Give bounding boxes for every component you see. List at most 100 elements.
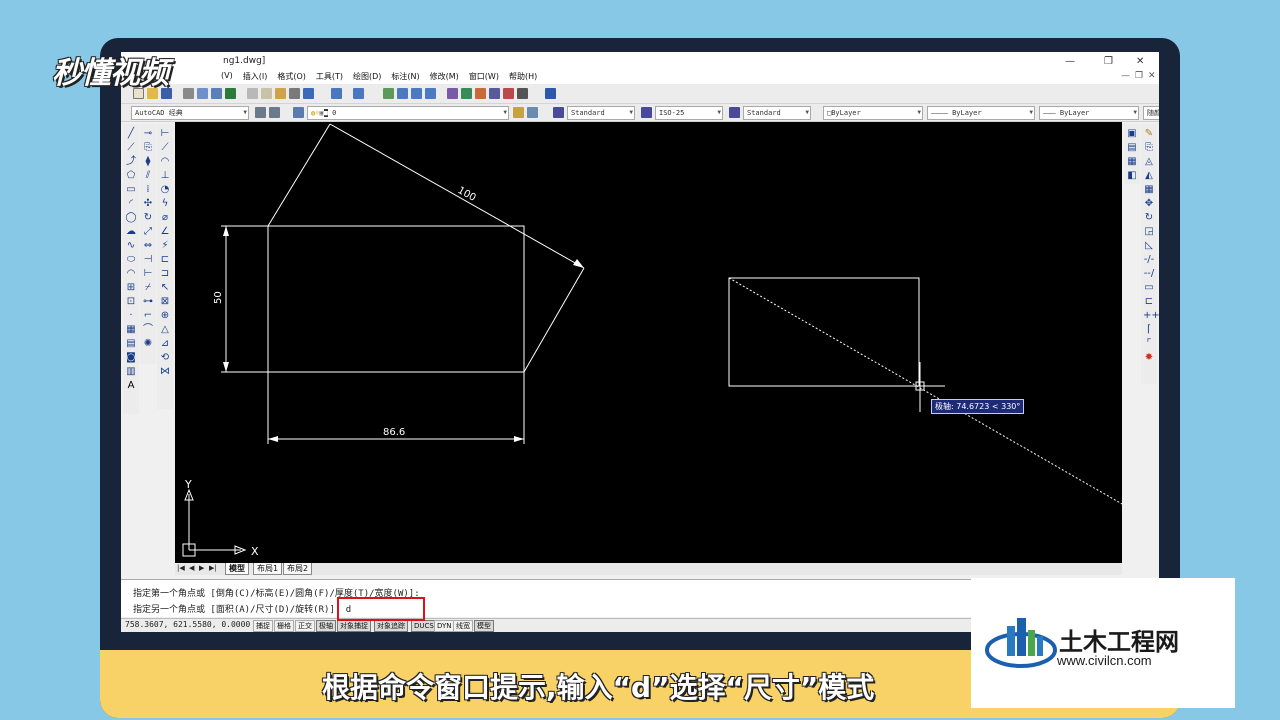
tab-next-button[interactable]: ▶: [199, 564, 204, 572]
break-icon[interactable]: ⌿: [142, 282, 154, 294]
construction-line-icon[interactable]: ⟋: [125, 142, 137, 154]
make-current-layer-icon[interactable]: [513, 107, 524, 118]
design-center-icon[interactable]: [461, 88, 472, 99]
command-prompt-line[interactable]: 指定另一个角点或 [面积(A)/尺寸(D)/旋转(R)]: d: [133, 602, 351, 615]
fillet-icon[interactable]: ⌒: [142, 324, 154, 336]
doc-minimize-button[interactable]: —: [1121, 71, 1130, 81]
drawing-canvas[interactable]: 100 50 86.6 Y X 极轴: 74.6723 < 330°: [175, 122, 1122, 563]
quick-dim-icon[interactable]: ⚡: [159, 240, 171, 252]
layer-combo[interactable]: ◍☼▣■ 0 ▼: [307, 106, 509, 120]
plot-icon[interactable]: [183, 88, 194, 99]
grid-toggle[interactable]: 栅格: [274, 620, 294, 632]
zoom-window-icon[interactable]: [411, 88, 422, 99]
insert-block-icon[interactable]: ⊞: [125, 282, 137, 294]
center-mark-icon[interactable]: ⊕: [159, 310, 171, 322]
rotate-right-icon[interactable]: ↻: [1143, 212, 1155, 224]
trim-right-icon[interactable]: -/-: [1143, 254, 1155, 266]
paste-icon[interactable]: [275, 88, 286, 99]
3d-dwf-icon[interactable]: [225, 88, 236, 99]
table-icon[interactable]: ▥: [125, 366, 137, 378]
cut-icon[interactable]: [247, 88, 258, 99]
mirror-right-icon[interactable]: ◬: [1143, 156, 1155, 168]
close-button[interactable]: ✕: [1136, 56, 1144, 67]
quickcalc-icon[interactable]: [517, 88, 528, 99]
block-editor-icon[interactable]: [303, 88, 314, 99]
text-style-combo[interactable]: Standard ▼: [567, 106, 635, 120]
table-style-icon[interactable]: [729, 107, 740, 118]
join-right-icon[interactable]: ++: [1143, 310, 1159, 322]
zoom-previous-icon[interactable]: [425, 88, 436, 99]
snap-toggle[interactable]: 捕捉: [253, 620, 273, 632]
mirror-icon[interactable]: ⧫: [142, 156, 154, 168]
menu-modify[interactable]: 修改(M): [430, 71, 459, 82]
osnap-toggle[interactable]: 对象捕捉: [337, 620, 371, 632]
chamfer-icon[interactable]: ⌐: [142, 310, 154, 322]
join-icon[interactable]: ⊶: [142, 296, 154, 308]
text-style-icon[interactable]: [553, 107, 564, 118]
lineweight-combo[interactable]: ——— ByLayer ▼: [1039, 106, 1139, 120]
layer-manager-icon[interactable]: [293, 107, 304, 118]
tab-first-button[interactable]: |◀: [177, 564, 185, 572]
dim-style-tool-icon[interactable]: ⋈: [159, 366, 171, 378]
dim-linear-icon[interactable]: ⊢: [159, 128, 171, 140]
ellipse-icon[interactable]: ⬭: [125, 254, 137, 266]
tab-last-button[interactable]: ▶|: [209, 564, 217, 572]
dim-ordinate-icon[interactable]: ⊥: [159, 170, 171, 182]
menu-insert[interactable]: 插入(I): [243, 71, 268, 82]
revision-cloud-icon[interactable]: ☁: [125, 226, 137, 238]
polyline-icon[interactable]: ⤴: [125, 156, 137, 168]
otrack-toggle[interactable]: 对象追踪: [374, 620, 408, 632]
dim-style-icon[interactable]: [641, 107, 652, 118]
multiline-text-icon[interactable]: A: [125, 380, 137, 392]
dim-edit-icon[interactable]: △: [159, 324, 171, 336]
move-right-icon[interactable]: ✥: [1143, 198, 1155, 210]
polar-toggle[interactable]: 极轴: [316, 620, 336, 632]
model-toggle[interactable]: 模型: [474, 620, 494, 632]
move-icon[interactable]: ✣: [142, 198, 154, 210]
ducs-toggle[interactable]: DUCS: [411, 620, 437, 632]
command-window[interactable]: 指定第一个角点或 [倒角(C)/标高(E)/圆角(F)/厚度(T)/宽度(W)]…: [121, 579, 971, 617]
linetype-combo[interactable]: ———— ByLayer ▼: [927, 106, 1035, 120]
arc-icon[interactable]: ◜: [125, 198, 137, 210]
menu-draw[interactable]: 绘图(D): [353, 71, 381, 82]
extend-icon[interactable]: ⊢: [142, 268, 154, 280]
point-icon[interactable]: ·: [125, 310, 137, 322]
offset-icon[interactable]: ⫽: [142, 170, 154, 182]
dyn-toggle[interactable]: DYN: [434, 620, 455, 632]
doc-close-button[interactable]: ✕: [1148, 71, 1156, 81]
explode-icon[interactable]: ✺: [142, 338, 154, 350]
line-icon[interactable]: ╱: [125, 128, 137, 140]
menu-dimension[interactable]: 标注(N): [391, 71, 419, 82]
dim-angular-icon[interactable]: ∠: [159, 226, 171, 238]
quick-leader-icon[interactable]: ↖: [159, 282, 171, 294]
chamfer-right-icon[interactable]: ⌈: [1143, 324, 1155, 336]
scale-icon[interactable]: ⤢: [142, 226, 154, 238]
dim-update-icon[interactable]: ⟲: [159, 352, 171, 364]
markup-icon[interactable]: [503, 88, 514, 99]
ortho-toggle[interactable]: 正交: [295, 620, 315, 632]
spline-icon[interactable]: ∿: [125, 240, 137, 252]
zoom-realtime-icon[interactable]: [397, 88, 408, 99]
customize-icon[interactable]: [269, 107, 280, 118]
sheet-set-icon[interactable]: [489, 88, 500, 99]
color-combo[interactable]: □ByLayer ▼: [823, 106, 923, 120]
minimize-button[interactable]: —: [1065, 56, 1075, 67]
ucs-icon[interactable]: ▤: [1126, 142, 1138, 154]
named-views-icon[interactable]: ▣: [1126, 128, 1138, 140]
menu-tools[interactable]: 工具(T): [316, 71, 343, 82]
dim-diameter-icon[interactable]: ⌀: [159, 212, 171, 224]
dim-text-left[interactable]: 50: [213, 291, 224, 304]
match-properties-icon[interactable]: [289, 88, 300, 99]
offset-right-icon[interactable]: ◭: [1143, 170, 1155, 182]
stretch-right-icon[interactable]: ◺: [1143, 240, 1155, 252]
copy-right-icon[interactable]: ⎘: [1143, 142, 1155, 154]
aligned-dimension-line[interactable]: [329, 123, 585, 269]
help-icon[interactable]: [545, 88, 556, 99]
layer-previous-icon[interactable]: [527, 107, 538, 118]
copy-object-icon[interactable]: ⎘: [142, 142, 154, 154]
tool-palettes-icon[interactable]: [475, 88, 486, 99]
tab-model[interactable]: 模型: [225, 563, 249, 575]
dim-text-edit-icon[interactable]: ⊿: [159, 338, 171, 350]
publish-icon[interactable]: [211, 88, 222, 99]
tab-layout2[interactable]: 布局2: [283, 563, 313, 575]
